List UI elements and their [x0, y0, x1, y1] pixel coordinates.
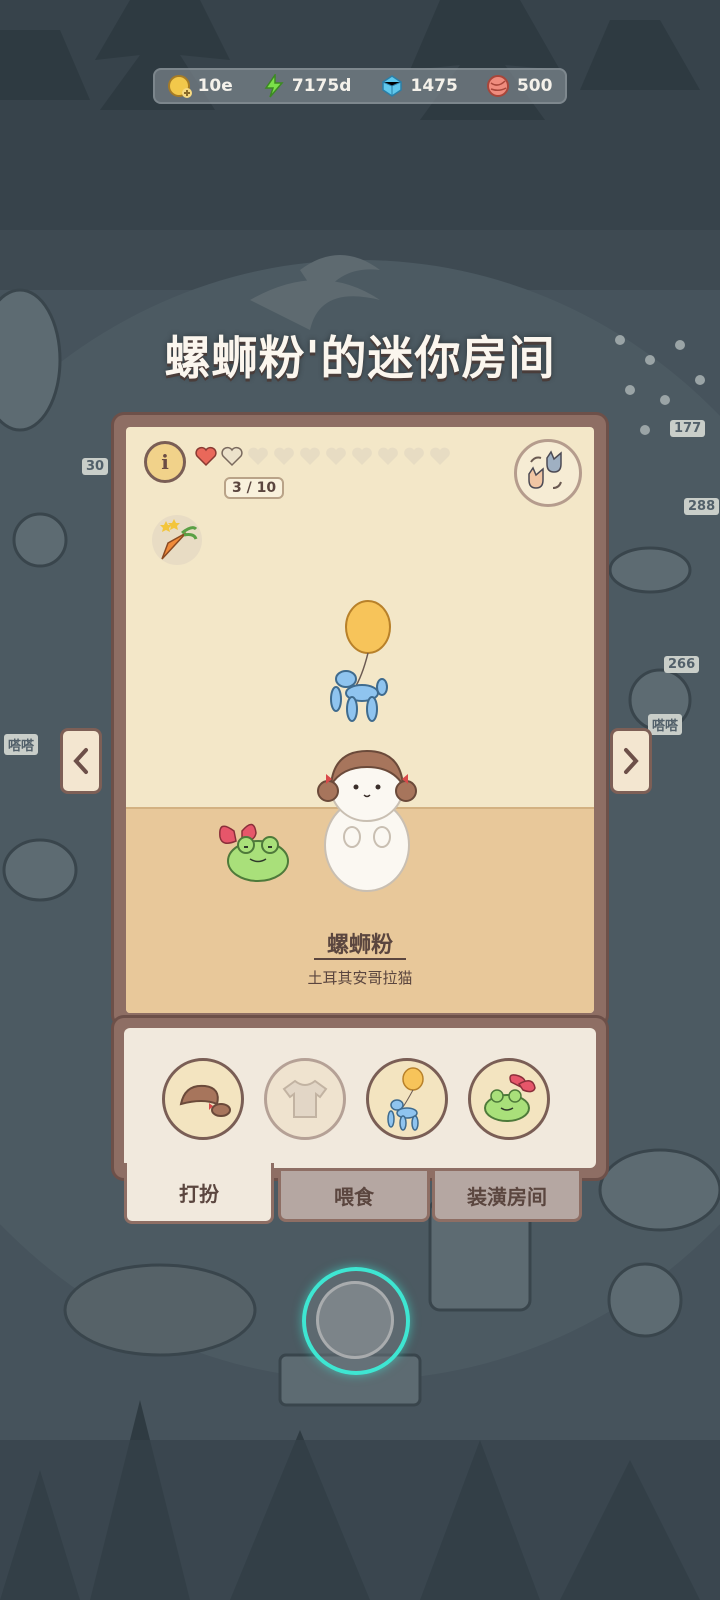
- hair-accessory-icon: [179, 1084, 231, 1117]
- heart-empty-icon: [300, 447, 320, 465]
- items-panel-inner: [124, 1028, 596, 1168]
- room-view: i 3 / 10 螺蛳粉 土耳其安哥拉猫: [126, 427, 594, 1013]
- next-cat-button[interactable]: [610, 728, 652, 794]
- heart-empty-icon: [326, 447, 346, 465]
- resource-coins[interactable]: 10e: [167, 74, 233, 98]
- bg-sign-266: 266: [664, 656, 700, 673]
- room-card: i 3 / 10 螺蛳粉 土耳其安哥拉猫: [114, 415, 606, 1025]
- yarn-icon: [486, 74, 511, 98]
- favorite-food-badge[interactable]: [152, 515, 202, 565]
- heart-empty-icon: [352, 447, 372, 465]
- frog-plush-toy[interactable]: [214, 817, 294, 887]
- heart-partial-icon: [221, 446, 243, 467]
- gem-icon: [380, 74, 404, 98]
- heart-filled-icon: [195, 446, 217, 467]
- balloon-dog-icon: [387, 1067, 424, 1131]
- item-slot-hair[interactable]: [162, 1058, 244, 1140]
- resource-gems-value: 1475: [410, 76, 458, 96]
- pet-cat[interactable]: [312, 745, 422, 895]
- pet-name: 螺蛳粉: [326, 933, 393, 958]
- chevron-right-icon: [624, 748, 639, 774]
- bg-sign-30: 30: [82, 458, 109, 475]
- resource-yarn-value: 500: [516, 76, 553, 96]
- resource-coins-value: 10e: [197, 76, 233, 96]
- heart-empty-icon: [378, 447, 398, 465]
- bg-sign-chatter: 嗒嗒: [4, 734, 39, 755]
- items-panel: [114, 1018, 606, 1178]
- tab-feed[interactable]: 喂食: [278, 1168, 430, 1222]
- cat-swap-icon: [528, 450, 562, 489]
- tab-dress-up[interactable]: 打扮: [124, 1163, 274, 1224]
- switch-cat-button[interactable]: [514, 439, 582, 507]
- previous-cat-button[interactable]: [60, 728, 102, 794]
- shirt-icon: [282, 1079, 328, 1118]
- tab-decorate-room[interactable]: 装潢房间: [432, 1168, 582, 1222]
- resource-gems[interactable]: 1475: [380, 74, 458, 98]
- item-slot-toy[interactable]: [366, 1058, 448, 1140]
- bg-sign-288: 288: [684, 498, 720, 515]
- frog-plush-icon: [484, 1074, 536, 1122]
- heart-empty-icon: [248, 447, 268, 465]
- coin-icon: [167, 74, 192, 98]
- home-button-inner: [316, 1281, 394, 1359]
- affection-hearts: [194, 445, 452, 467]
- carrot-icon: [160, 519, 198, 560]
- chevron-left-icon: [73, 748, 88, 774]
- heart-empty-icon: [430, 447, 450, 465]
- resource-energy[interactable]: 7175d: [262, 74, 351, 98]
- info-button[interactable]: i: [144, 441, 186, 483]
- room-title: 螺蛳粉'的迷你房间: [164, 331, 556, 385]
- affection-counter: 3 / 10: [224, 477, 285, 499]
- resource-bar: 10e 7175d 1475 500: [153, 68, 567, 104]
- lightning-icon: [262, 74, 286, 98]
- bg-sign-177: 177: [670, 420, 706, 437]
- balloon-dog-toy[interactable]: [322, 597, 402, 727]
- pet-name-underline: [314, 958, 406, 960]
- bg-sign-chatter-2: 嗒嗒: [648, 714, 683, 735]
- home-button[interactable]: [302, 1267, 410, 1375]
- pet-breed: 土耳其安哥拉猫: [307, 969, 413, 987]
- item-slot-outfit[interactable]: [264, 1058, 346, 1140]
- resource-yarn[interactable]: 500: [486, 74, 553, 98]
- item-slot-plush[interactable]: [468, 1058, 550, 1140]
- heart-empty-icon: [404, 447, 424, 465]
- heart-empty-icon: [274, 447, 294, 465]
- resource-energy-value: 7175d: [291, 76, 352, 96]
